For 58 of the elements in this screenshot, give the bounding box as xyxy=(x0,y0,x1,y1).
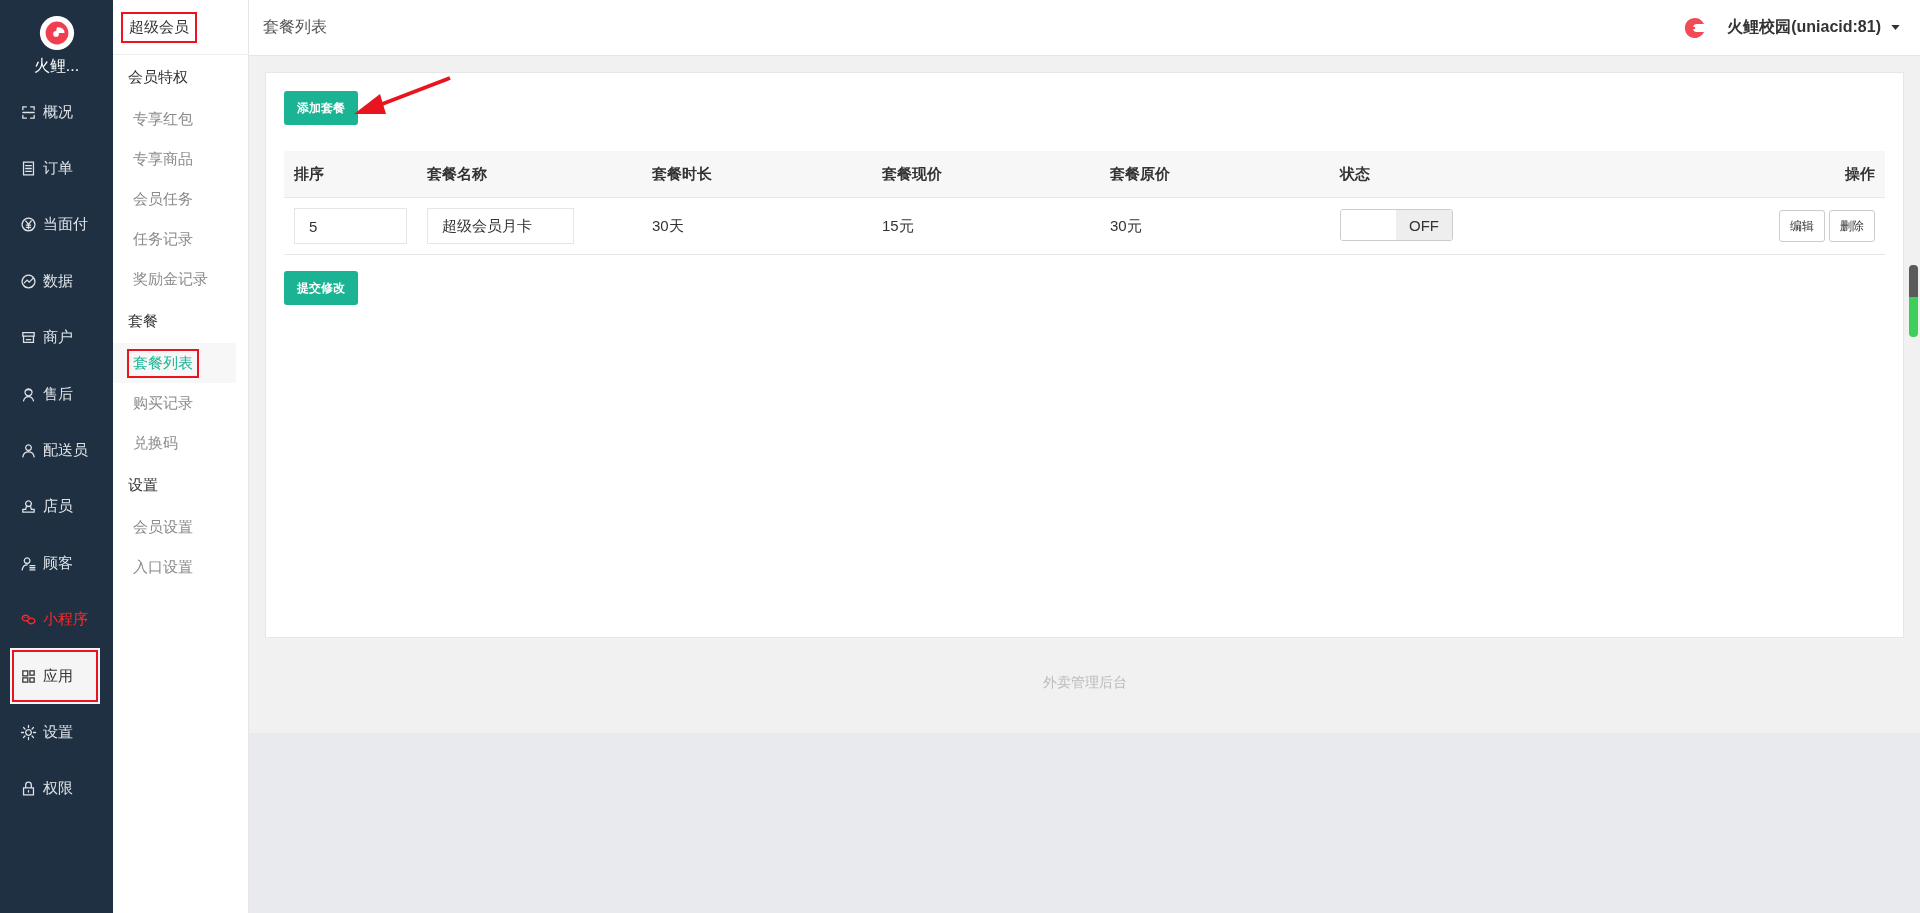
nav-item[interactable]: 设置 xyxy=(0,704,113,761)
nav-item[interactable]: 数据 xyxy=(0,253,113,310)
nav-icon xyxy=(20,216,37,234)
submenu-item[interactable]: 任务记录 xyxy=(129,226,197,252)
nav-item[interactable]: 订单 xyxy=(0,140,113,197)
column-header: 套餐名称 xyxy=(427,164,487,182)
nav-icon xyxy=(20,724,37,741)
action-button[interactable]: 删除 xyxy=(1829,210,1875,242)
nav-item[interactable]: 小程序 xyxy=(0,591,113,648)
page-title: 套餐列表 xyxy=(263,17,327,37)
column-header: 套餐原价 xyxy=(1110,164,1170,182)
logo-icon xyxy=(37,14,76,52)
column-header: 套餐时长 xyxy=(652,164,712,182)
nav-item[interactable]: 概况 xyxy=(0,84,113,141)
submenu-heading: 设置 xyxy=(127,475,159,495)
nav-item[interactable]: 当面付 xyxy=(0,196,113,254)
table-cell: 30天 xyxy=(652,216,684,234)
table-cell: 30元 xyxy=(1110,216,1142,234)
submenu-item[interactable]: 专享商品 xyxy=(129,146,197,172)
nav-icon xyxy=(20,103,37,121)
status-toggle[interactable]: OFF xyxy=(1340,209,1453,241)
nav-icon xyxy=(20,498,37,516)
column-header: 排序 xyxy=(294,164,324,182)
submenu-item[interactable]: 专享红包 xyxy=(129,106,197,132)
column-header: 操作 xyxy=(1845,164,1875,182)
nav-icon xyxy=(20,554,37,572)
brand-name: 火鲤... xyxy=(33,56,80,76)
submenu-item[interactable]: 会员任务 xyxy=(129,186,197,212)
name-input[interactable]: 超级会员月卡 xyxy=(427,208,574,244)
account-menu[interactable]: 火鲤校园(uniacid:81) xyxy=(1727,17,1881,38)
nav-icon xyxy=(20,442,37,460)
caret-icon[interactable] xyxy=(1891,25,1900,30)
nav-icon xyxy=(20,667,37,685)
submenu-item[interactable]: 奖励金记录 xyxy=(129,266,212,292)
submenu-item[interactable]: 兑换码 xyxy=(129,430,182,456)
nav-item[interactable]: 售后 xyxy=(0,365,113,423)
submenu-heading: 会员特权 xyxy=(127,67,189,87)
submenu-title: 超级会员 xyxy=(123,13,195,41)
nav-item[interactable]: 顾客 xyxy=(0,535,113,592)
submenu-item[interactable]: 会员设置 xyxy=(129,514,197,540)
column-header: 套餐现价 xyxy=(882,164,942,182)
nav-item[interactable]: 店员 xyxy=(0,478,113,536)
nav-item[interactable]: 商户 xyxy=(0,309,113,366)
scroll-indicator-drawing xyxy=(1909,265,1918,337)
action-button[interactable]: 编辑 xyxy=(1779,210,1825,242)
submenu-item[interactable]: 入口设置 xyxy=(129,554,197,580)
nav-icon xyxy=(20,385,37,403)
nav-icon xyxy=(20,160,37,178)
nav-item[interactable]: 权限 xyxy=(0,760,113,818)
order-input[interactable]: 5 xyxy=(294,208,407,244)
nav-item[interactable]: 配送员 xyxy=(0,422,113,479)
nav-icon xyxy=(20,780,37,798)
submenu-heading: 套餐 xyxy=(127,311,159,331)
nav-icon xyxy=(20,272,37,290)
nav-item[interactable]: 应用 xyxy=(10,647,100,705)
table-cell: 15元 xyxy=(882,216,914,234)
submenu-item[interactable]: 购买记录 xyxy=(129,390,197,416)
column-header: 状态 xyxy=(1340,164,1370,182)
